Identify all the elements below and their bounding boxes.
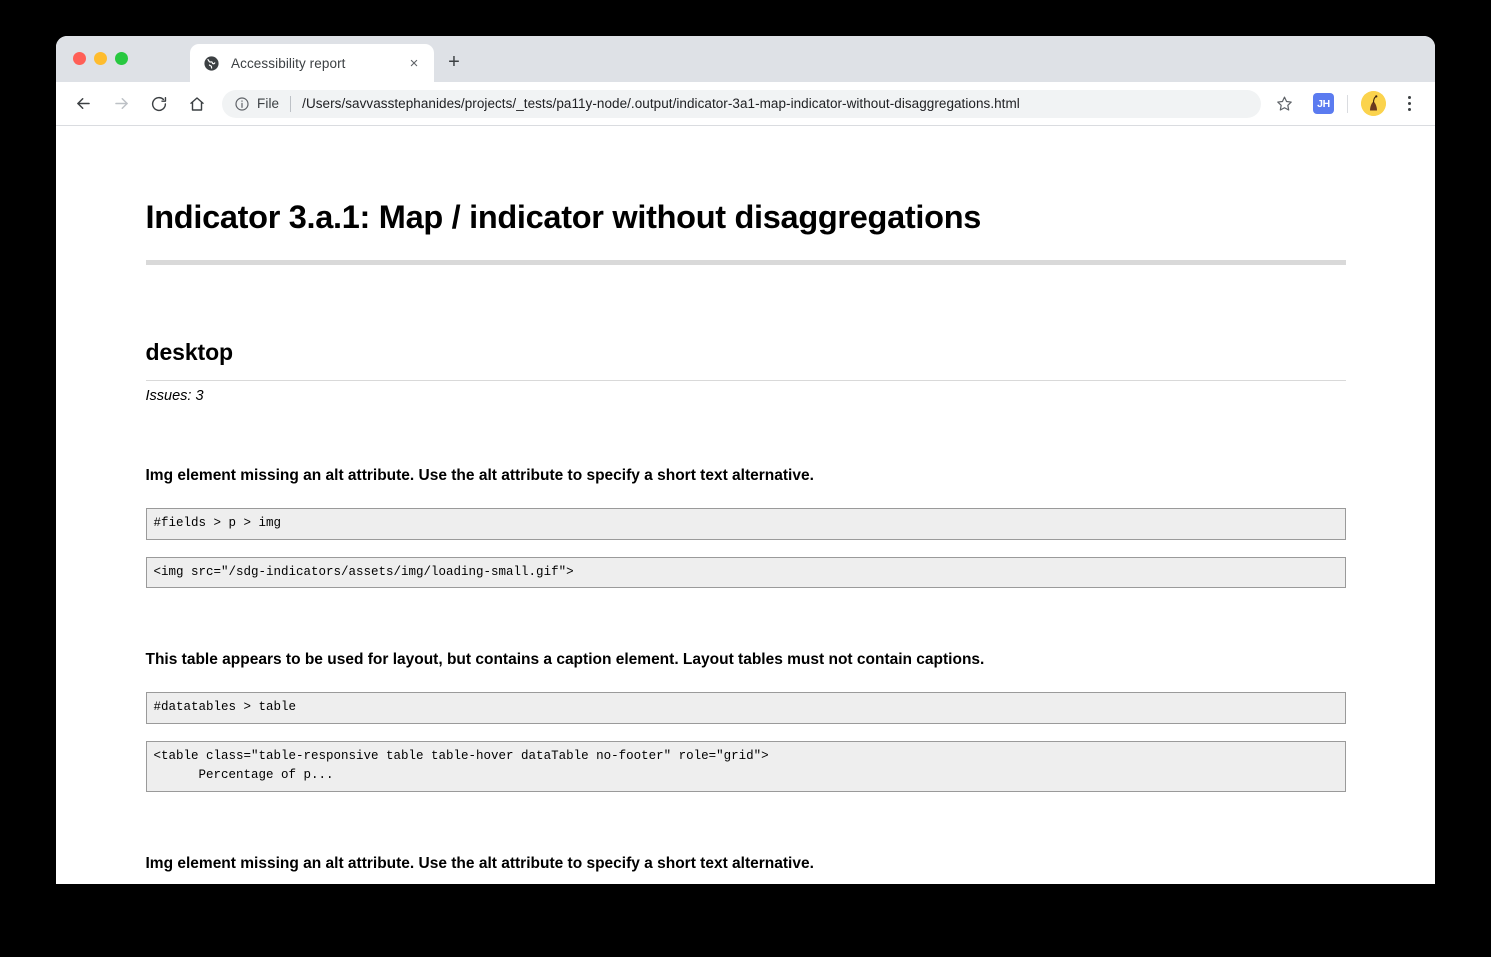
page-content: Indicator 3.a.1: Map / indicator without… — [56, 126, 1435, 875]
tab-strip: Accessibility report × + — [56, 36, 1435, 82]
reload-icon[interactable] — [144, 89, 174, 119]
extension-icon-jh[interactable]: JH — [1313, 93, 1334, 114]
tab-close-icon[interactable]: × — [403, 52, 425, 74]
issue-snippet: <table class="table-responsive table tab… — [145, 741, 1346, 792]
report-section-desktop: desktop Issues: 3 Img element missing an… — [145, 339, 1346, 875]
star-icon[interactable] — [1271, 91, 1297, 117]
url-text[interactable]: /Users/savvasstephanides/projects/_tests… — [302, 96, 1020, 111]
browser-tab-accessibility-report[interactable]: Accessibility report × — [190, 44, 434, 82]
title-divider — [145, 260, 1346, 265]
forward-arrow-icon[interactable] — [106, 89, 136, 119]
section-heading: desktop — [145, 339, 234, 365]
window-minimize-button[interactable] — [94, 52, 107, 65]
accessibility-report: Indicator 3.a.1: Map / indicator without… — [145, 126, 1346, 875]
menu-dot — [1407, 108, 1411, 111]
url-scheme-label: File — [257, 96, 280, 111]
page-viewport: Indicator 3.a.1: Map / indicator without… — [56, 126, 1435, 884]
tab-title: Accessibility report — [231, 55, 346, 71]
section-divider — [145, 380, 1346, 381]
window-controls — [73, 52, 128, 65]
issue-selector: #fields > p > img — [145, 507, 1346, 540]
browser-toolbar: File /Users/savvasstephanides/projects/_… — [56, 82, 1435, 126]
menu-dot — [1407, 102, 1411, 105]
issue-item: This table appears to be used for layout… — [145, 650, 1346, 792]
window-maximize-button[interactable] — [115, 52, 128, 65]
back-arrow-icon[interactable] — [68, 89, 98, 119]
avatar[interactable] — [1361, 91, 1386, 116]
site-info-icon[interactable] — [234, 96, 250, 112]
omnibox-divider — [290, 95, 292, 112]
issue-snippet: <img src="/sdg-indicators/assets/img/loa… — [145, 556, 1346, 589]
home-icon[interactable] — [182, 89, 212, 119]
issue-title: This table appears to be used for layout… — [145, 651, 985, 669]
address-bar[interactable]: File /Users/savvasstephanides/projects/_… — [222, 89, 1261, 118]
issues-count: Issues: 3 — [145, 388, 204, 404]
page-title: Indicator 3.a.1: Map / indicator without… — [145, 199, 982, 235]
issue-item: Img element missing an alt attribute. Us… — [146, 854, 1346, 875]
globe-icon — [204, 55, 219, 71]
browser-window: Accessibility report × + File /Users/sav… — [56, 36, 1435, 884]
toolbar-divider — [1347, 94, 1348, 113]
window-close-button[interactable] — [73, 52, 86, 65]
issue-title: Img element missing an alt attribute. Us… — [145, 467, 814, 484]
issue-title: Img element missing an alt attribute. Us… — [145, 854, 814, 872]
menu-dot — [1407, 96, 1411, 99]
new-tab-button[interactable]: + — [440, 48, 468, 76]
issue-selector: #datatables > table — [145, 692, 1346, 725]
three-dot-menu-icon[interactable] — [1397, 91, 1421, 117]
issue-item: Img element missing an alt attribute. Us… — [145, 466, 1346, 589]
